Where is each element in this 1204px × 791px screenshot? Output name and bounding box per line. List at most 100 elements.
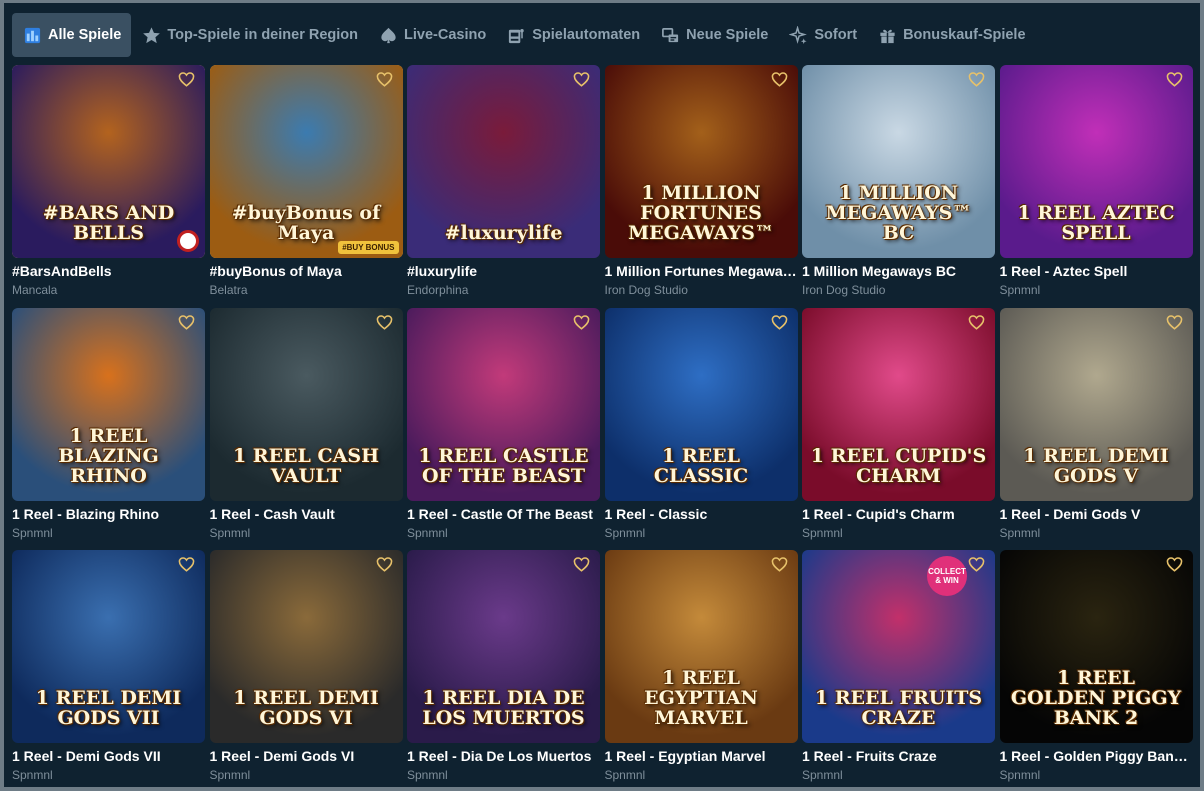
game-card[interactable]: 1 REEL CASTLE OF THE BEAST 1 Reel - Castl… bbox=[407, 307, 600, 551]
heart-icon[interactable] bbox=[573, 556, 590, 572]
heart-icon[interactable] bbox=[968, 556, 985, 572]
tab-top-spiele[interactable]: Top-Spiele in deiner Region bbox=[131, 13, 368, 57]
game-card[interactable]: #buyBonus of Maya #BUY BONUS #buyBonus of … bbox=[209, 65, 403, 308]
game-thumbnail[interactable]: 1 REEL DIA DE LOS MUERTOS bbox=[407, 550, 600, 743]
tab-alle-spiele[interactable]: Alle Spiele bbox=[12, 13, 132, 57]
game-provider: Spnmnl bbox=[12, 768, 53, 782]
heart-icon[interactable] bbox=[178, 314, 195, 330]
game-thumbnail[interactable]: 1 REEL DEMI GODS VII bbox=[12, 550, 205, 743]
game-card[interactable]: 1 REEL DEMI GODS V 1 Reel - Demi Gods V Sp… bbox=[999, 307, 1193, 551]
game-title[interactable]: #buyBonus of Maya bbox=[210, 263, 403, 279]
game-thumbnail[interactable]: 1 MILLION MEGAWAYS™ BC bbox=[802, 65, 995, 258]
game-card[interactable]: 1 MILLION MEGAWAYS™ BC 1 Million Megaways… bbox=[802, 65, 995, 308]
game-title[interactable]: #luxurylife bbox=[407, 263, 600, 279]
game-thumbnail[interactable]: 1 REEL EGYPTIAN MARVEL bbox=[604, 550, 798, 743]
game-card[interactable]: 1 REEL CUPID'S CHARM 1 Reel - Cupid's Cha… bbox=[802, 307, 995, 551]
game-card[interactable]: 1 REEL AZTEC SPELL 1 Reel - Aztec Spell Sp… bbox=[999, 65, 1193, 308]
game-title[interactable]: 1 Million Megaways BC bbox=[802, 263, 995, 279]
buy-bonus-badge: #BUY BONUS bbox=[338, 241, 399, 254]
game-thumbnail[interactable]: 1 REEL CLASSIC bbox=[604, 307, 798, 501]
heart-icon[interactable] bbox=[968, 71, 985, 87]
game-thumbnail[interactable]: #BARS AND BELLS bbox=[12, 65, 205, 258]
game-title[interactable]: 1 Reel - Blazing Rhino bbox=[12, 506, 205, 522]
tab-bonuskauf-spiele[interactable]: Bonuskauf-Spiele bbox=[867, 13, 1035, 57]
game-logo-text: 1 REEL DEMI GODS VI bbox=[233, 687, 379, 730]
heart-icon[interactable] bbox=[771, 71, 788, 87]
game-logo-text: 1 REEL BLAZING RHINO bbox=[58, 424, 159, 487]
game-title[interactable]: 1 Reel - Egyptian Marvel bbox=[605, 748, 798, 764]
heart-icon[interactable] bbox=[376, 314, 393, 330]
game-provider: Spnmnl bbox=[802, 525, 843, 540]
game-thumbnail[interactable]: #luxurylife bbox=[407, 65, 600, 258]
game-thumbnail[interactable]: 1 REEL DEMI GODS V bbox=[999, 307, 1193, 501]
game-card[interactable]: 1 REEL DEMI GODS VII 1 Reel - Demi Gods V… bbox=[12, 550, 205, 791]
heart-icon[interactable] bbox=[573, 71, 590, 87]
game-logo-text: #buyBonus of Maya bbox=[231, 202, 381, 245]
tab-label: Top-Spiele in deiner Region bbox=[167, 27, 359, 43]
heart-icon[interactable] bbox=[968, 314, 985, 330]
new-badge-icon bbox=[660, 25, 680, 45]
game-provider: Mancala bbox=[12, 283, 58, 297]
game-logo-text: 1 REEL GOLDEN PIGGY BANK 2 bbox=[1010, 667, 1182, 730]
game-card[interactable]: 1 REEL DEMI GODS VI 1 Reel - Demi Gods VI… bbox=[209, 550, 403, 791]
game-card[interactable]: 1 REEL DIA DE LOS MUERTOS 1 Reel - Dia De… bbox=[407, 550, 600, 791]
game-title[interactable]: 1 Million Fortunes Megaways bbox=[605, 263, 798, 279]
game-title[interactable]: 1 Reel - Demi Gods V bbox=[1000, 506, 1193, 522]
game-card[interactable]: 1 REEL BLAZING RHINO 1 Reel - Blazing Rhi… bbox=[12, 307, 205, 551]
game-thumbnail[interactable]: 1 REEL CASTLE OF THE BEAST bbox=[407, 307, 600, 501]
tab-sofort[interactable]: Sofort bbox=[778, 13, 867, 57]
tab-neue-spiele[interactable]: Neue Spiele bbox=[650, 13, 778, 57]
tab-live-casino[interactable]: Live-Casino bbox=[368, 13, 496, 57]
heart-icon[interactable] bbox=[178, 71, 195, 87]
game-thumbnail[interactable]: 1 REEL GOLDEN PIGGY BANK 2 bbox=[999, 550, 1193, 743]
game-title[interactable]: 1 Reel - Dia De Los Muertos bbox=[407, 748, 600, 764]
game-title[interactable]: 1 Reel - Castle Of The Beast bbox=[407, 506, 600, 522]
game-title[interactable]: 1 Reel - Golden Piggy Bank 2 bbox=[1000, 748, 1193, 764]
tab-spielautomaten[interactable]: Spielautomaten bbox=[496, 13, 650, 57]
heart-icon[interactable] bbox=[178, 556, 195, 572]
game-card[interactable]: #luxurylife #luxurylife Endorphina bbox=[407, 65, 600, 308]
game-card[interactable]: #BARS AND BELLS #BarsAndBells Mancala bbox=[12, 65, 205, 308]
heart-icon[interactable] bbox=[1166, 71, 1183, 87]
game-thumbnail[interactable]: 1 REEL BLAZING RHINO bbox=[12, 307, 205, 501]
game-thumbnail[interactable]: 1 REEL FRUITS CRAZE COLLECT & WIN bbox=[802, 550, 995, 743]
heart-icon[interactable] bbox=[771, 556, 788, 572]
heart-icon[interactable] bbox=[376, 556, 393, 572]
game-card[interactable]: 1 REEL CLASSIC 1 Reel - Classic Spnmnl bbox=[604, 307, 798, 551]
game-thumbnail[interactable]: 1 MILLION FORTUNES MEGAWAYS™ bbox=[604, 65, 798, 258]
game-logo-text: 1 REEL AZTEC SPELL bbox=[1017, 202, 1175, 245]
game-thumbnail[interactable]: #buyBonus of Maya #BUY BONUS bbox=[209, 65, 403, 258]
game-title[interactable]: 1 Reel - Cash Vault bbox=[210, 506, 403, 522]
game-thumbnail[interactable]: 1 REEL AZTEC SPELL bbox=[999, 65, 1193, 258]
game-card[interactable]: 1 REEL CASH VAULT 1 Reel - Cash Vault Spnm… bbox=[209, 307, 403, 551]
game-card[interactable]: 1 MILLION FORTUNES MEGAWAYS™ 1 Million Fo… bbox=[604, 65, 798, 308]
game-title[interactable]: #BarsAndBells bbox=[12, 263, 205, 279]
game-provider: Spnmnl bbox=[604, 768, 646, 782]
game-provider: Iron Dog Studio bbox=[802, 283, 886, 297]
game-thumbnail[interactable]: 1 REEL DEMI GODS VI bbox=[209, 550, 403, 743]
game-logo-text: 1 REEL FRUITS CRAZE bbox=[814, 687, 983, 730]
tab-label: Live-Casino bbox=[404, 27, 487, 43]
heart-icon[interactable] bbox=[376, 71, 393, 87]
game-card[interactable]: 1 REEL FRUITS CRAZE COLLECT & WIN 1 Reel -… bbox=[802, 550, 995, 791]
game-provider: Spnmnl bbox=[407, 525, 448, 540]
spade-icon bbox=[378, 25, 398, 45]
game-title[interactable]: 1 Reel - Demi Gods VII bbox=[12, 748, 205, 764]
heart-icon[interactable] bbox=[1166, 556, 1183, 572]
game-thumbnail[interactable]: 1 REEL CUPID'S CHARM bbox=[802, 307, 995, 501]
game-title[interactable]: 1 Reel - Aztec Spell bbox=[1000, 263, 1193, 279]
gift-icon bbox=[877, 25, 897, 45]
game-logo-text: 1 REEL DEMI GODS V bbox=[1023, 444, 1169, 487]
game-card[interactable]: 1 REEL GOLDEN PIGGY BANK 2 1 Reel - Golde… bbox=[999, 550, 1193, 791]
heart-icon[interactable] bbox=[1166, 314, 1183, 330]
game-title[interactable]: 1 Reel - Demi Gods VI bbox=[210, 748, 403, 764]
heart-icon[interactable] bbox=[573, 314, 590, 330]
tab-label: Neue Spiele bbox=[686, 27, 769, 43]
game-card[interactable]: 1 REEL EGYPTIAN MARVEL 1 Reel - Egyptian … bbox=[604, 550, 798, 791]
heart-icon[interactable] bbox=[771, 314, 788, 330]
game-provider: Spnmnl bbox=[209, 768, 251, 782]
game-title[interactable]: 1 Reel - Classic bbox=[605, 506, 798, 522]
game-title[interactable]: 1 Reel - Cupid's Charm bbox=[802, 506, 995, 522]
game-thumbnail[interactable]: 1 REEL CASH VAULT bbox=[209, 307, 403, 501]
game-title[interactable]: 1 Reel - Fruits Craze bbox=[802, 748, 995, 764]
